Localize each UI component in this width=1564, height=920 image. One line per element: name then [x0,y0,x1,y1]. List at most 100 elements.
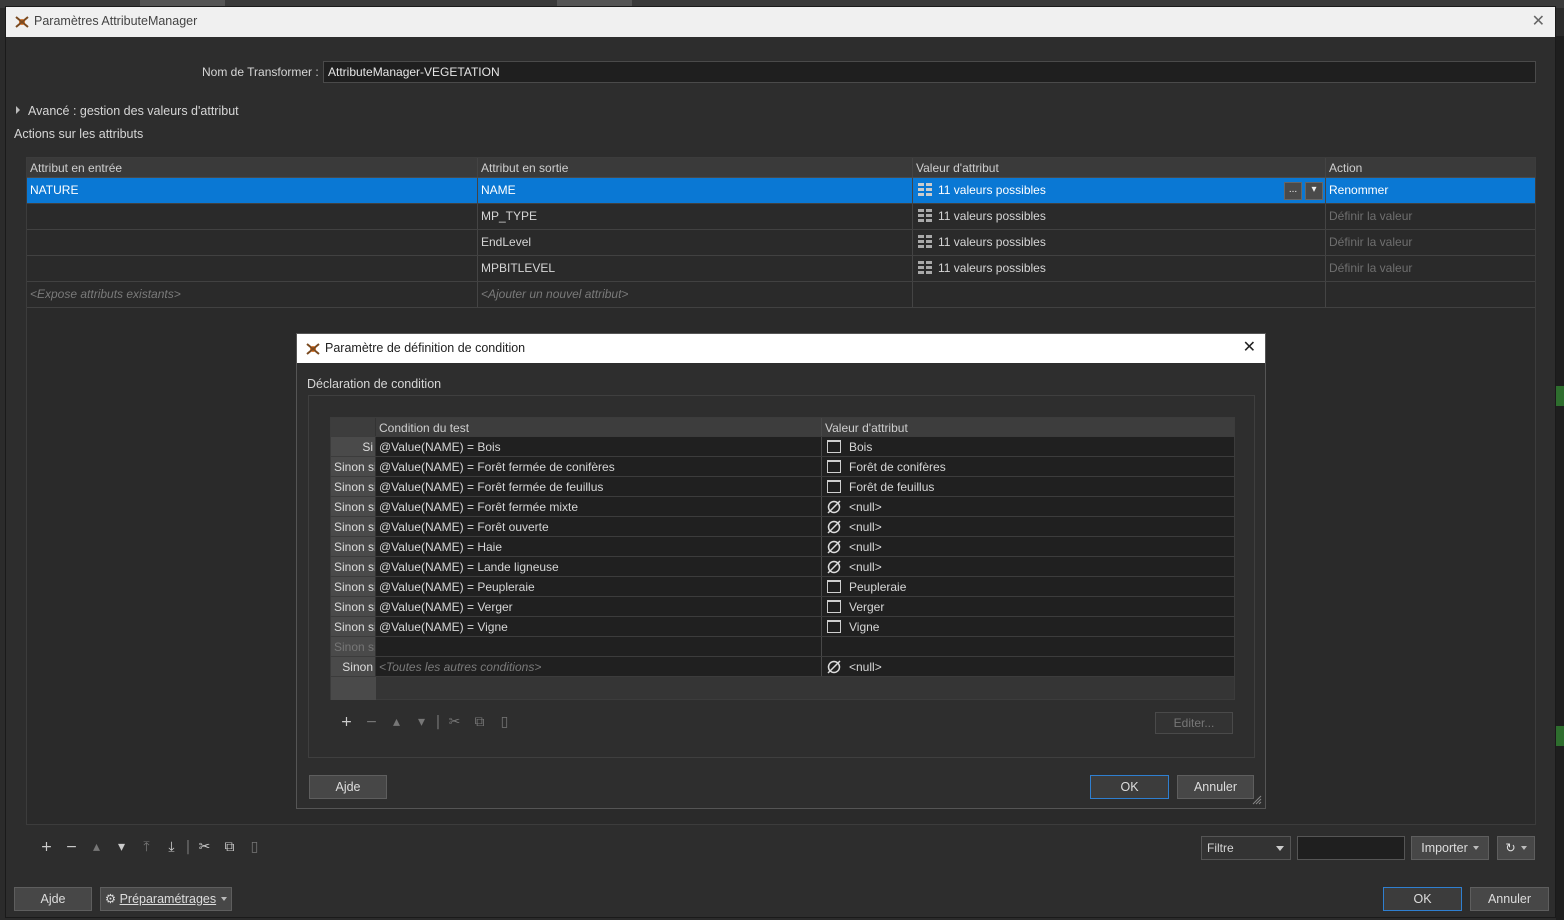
condition-row[interactable]: Sinon si @Value(NAME) = Verger Verger [331,597,1234,617]
condition-row[interactable]: Sinon si @Value(NAME) = Forêt fermée de c… [331,457,1234,477]
move-up-icon[interactable]: ▴ [384,714,409,730]
condition-row[interactable]: Sinon si @Value(NAME) = Forêt ouverte <nul… [331,517,1234,537]
value-cell[interactable]: Forêt de feuillus [822,477,1234,496]
col-header[interactable]: Action [1326,158,1535,177]
condition-cell[interactable]: @Value(NAME) = Haie [376,537,822,556]
condition-cell[interactable]: @Value(NAME) = Verger [376,597,822,616]
move-down-icon[interactable]: ▾ [409,714,434,730]
output-attr-cell[interactable]: NAME [478,178,913,203]
value-cell[interactable]: Vigne [822,617,1234,636]
dropdown-button[interactable]: ▾ [1305,182,1323,200]
paste-icon[interactable]: ▯ [242,839,267,855]
remove-icon[interactable]: − [59,839,84,855]
table-row[interactable]: MP_TYPE 11 valeurs possibles Définir la … [27,204,1535,230]
remove-icon[interactable]: − [359,714,384,730]
value-cell[interactable]: Peupleraie [822,577,1234,596]
expose-attributes-placeholder[interactable]: <Expose attributs existants> [27,282,478,307]
edit-button[interactable]: Editer... [1155,712,1233,734]
transformer-name-input[interactable]: AttributeManager-VEGETATION [323,61,1536,83]
cancel-button[interactable]: Annuler [1177,775,1254,799]
cancel-button[interactable]: Annuler [1470,887,1549,911]
condition-row[interactable]: Sinon si @Value(NAME) = Forêt fermée de f… [331,477,1234,497]
output-attr-cell[interactable]: MPBITLEVEL [478,256,913,281]
action-cell[interactable]: Définir la valeur [1326,204,1535,229]
advanced-toggle[interactable]: Avancé : gestion des valeurs d'attribut [16,104,239,118]
output-attr-cell[interactable]: EndLevel [478,230,913,255]
condition-row[interactable]: Sinon si @Value(NAME) = Peupleraie Peupler… [331,577,1234,597]
condition-cell[interactable]: @Value(NAME) = Forêt fermée mixte [376,497,822,516]
value-cell[interactable] [913,282,1326,307]
copy-icon[interactable]: ⧉ [217,839,242,855]
move-bottom-icon[interactable]: ⤓ [159,839,184,855]
value-cell[interactable] [822,637,1234,656]
resize-grip-icon[interactable] [1252,795,1262,805]
condition-row[interactable]: Sinon si @Value(NAME) = Forêt fermée mixt… [331,497,1234,517]
value-cell[interactable]: 11 valeurs possibles [913,256,1326,281]
table-row-new[interactable]: <Expose attributs existants> <Ajouter un… [27,282,1535,308]
value-cell[interactable]: Bois [822,437,1234,456]
table-row[interactable]: EndLevel 11 valeurs possibles Définir la… [27,230,1535,256]
action-cell[interactable] [1326,282,1535,307]
help-button[interactable]: Ajde [14,887,92,911]
cut-icon[interactable]: ✂ [442,714,467,730]
ok-button[interactable]: OK [1090,775,1169,799]
input-attr-cell[interactable]: NATURE [27,178,478,203]
move-down-icon[interactable]: ▾ [109,839,134,855]
table-row[interactable]: NATURE NAME 11 valeurs possibles ... ▾ R… [27,178,1535,204]
ok-button[interactable]: OK [1383,887,1462,911]
close-icon[interactable]: ✕ [1243,337,1256,356]
action-cell[interactable]: Renommer [1326,178,1535,203]
condition-cell[interactable]: @Value(NAME) = Lande ligneuse [376,557,822,576]
value-cell[interactable]: 11 valeurs possibles [913,230,1326,255]
condition-row[interactable]: Sinon si @Value(NAME) = Vigne Vigne [331,617,1234,637]
help-button[interactable]: Ajde [309,775,387,799]
value-cell[interactable]: <null> [822,537,1234,556]
col-header[interactable]: Condition du test [376,418,822,436]
action-cell[interactable]: Définir la valeur [1326,256,1535,281]
value-cell[interactable]: Forêt de conifères [822,457,1234,476]
value-cell[interactable]: <null> [822,557,1234,576]
condition-cell[interactable]: @Value(NAME) = Vigne [376,617,822,636]
move-up-icon[interactable]: ▴ [84,839,109,855]
value-cell[interactable]: <null> [822,657,1234,676]
condition-cell[interactable]: @Value(NAME) = Forêt fermée de conifères [376,457,822,476]
output-attr-cell[interactable]: MP_TYPE [478,204,913,229]
condition-cell[interactable] [376,637,822,656]
close-icon[interactable]: ✕ [1532,11,1545,30]
condition-cell[interactable]: @Value(NAME) = Forêt ouverte [376,517,822,536]
value-cell[interactable]: 11 valeurs possibles ... ▾ [913,178,1326,203]
refresh-button[interactable]: ↻ [1497,836,1535,860]
input-attr-cell[interactable] [27,256,478,281]
presets-button[interactable]: ⚙ Préparamétrages [100,887,232,911]
action-cell[interactable]: Définir la valeur [1326,230,1535,255]
condition-row[interactable]: Sinon si @Value(NAME) = Haie <null> [331,537,1234,557]
col-header[interactable]: Attribut en entrée [27,158,478,177]
value-cell[interactable]: <null> [822,517,1234,536]
filter-select[interactable]: Filtre [1201,836,1291,860]
value-cell[interactable]: 11 valeurs possibles [913,204,1326,229]
move-top-icon[interactable]: ⤒ [134,839,159,855]
copy-icon[interactable]: ⧉ [467,714,492,730]
table-row[interactable]: MPBITLEVEL 11 valeurs possibles Définir … [27,256,1535,282]
import-button[interactable]: Importer [1411,836,1489,860]
condition-row[interactable]: Sinon si @Value(NAME) = Lande ligneuse <nu… [331,557,1234,577]
input-attr-cell[interactable] [27,230,478,255]
add-attribute-placeholder[interactable]: <Ajouter un nouvel attribut> [478,282,913,307]
ellipsis-button[interactable]: ... [1284,182,1302,200]
condition-cell[interactable]: @Value(NAME) = Forêt fermée de feuillus [376,477,822,496]
paste-icon[interactable]: ▯ [492,714,517,730]
col-header[interactable]: Attribut en sortie [478,158,913,177]
col-header[interactable]: Valeur d'attribut [913,158,1326,177]
value-cell[interactable]: <null> [822,497,1234,516]
condition-row-empty[interactable]: Sinon si [331,637,1234,657]
condition-cell[interactable]: @Value(NAME) = Peupleraie [376,577,822,596]
cut-icon[interactable]: ✂ [192,839,217,855]
input-attr-cell[interactable] [27,204,478,229]
value-cell[interactable]: Verger [822,597,1234,616]
condition-row-else[interactable]: Sinon <Toutes les autres conditions> <nu… [331,657,1234,677]
condition-cell[interactable]: @Value(NAME) = Bois [376,437,822,456]
add-icon[interactable]: + [34,839,59,855]
col-header[interactable]: Valeur d'attribut [822,418,1234,436]
filter-input[interactable] [1297,836,1405,860]
else-condition-cell[interactable]: <Toutes les autres conditions> [376,657,822,676]
